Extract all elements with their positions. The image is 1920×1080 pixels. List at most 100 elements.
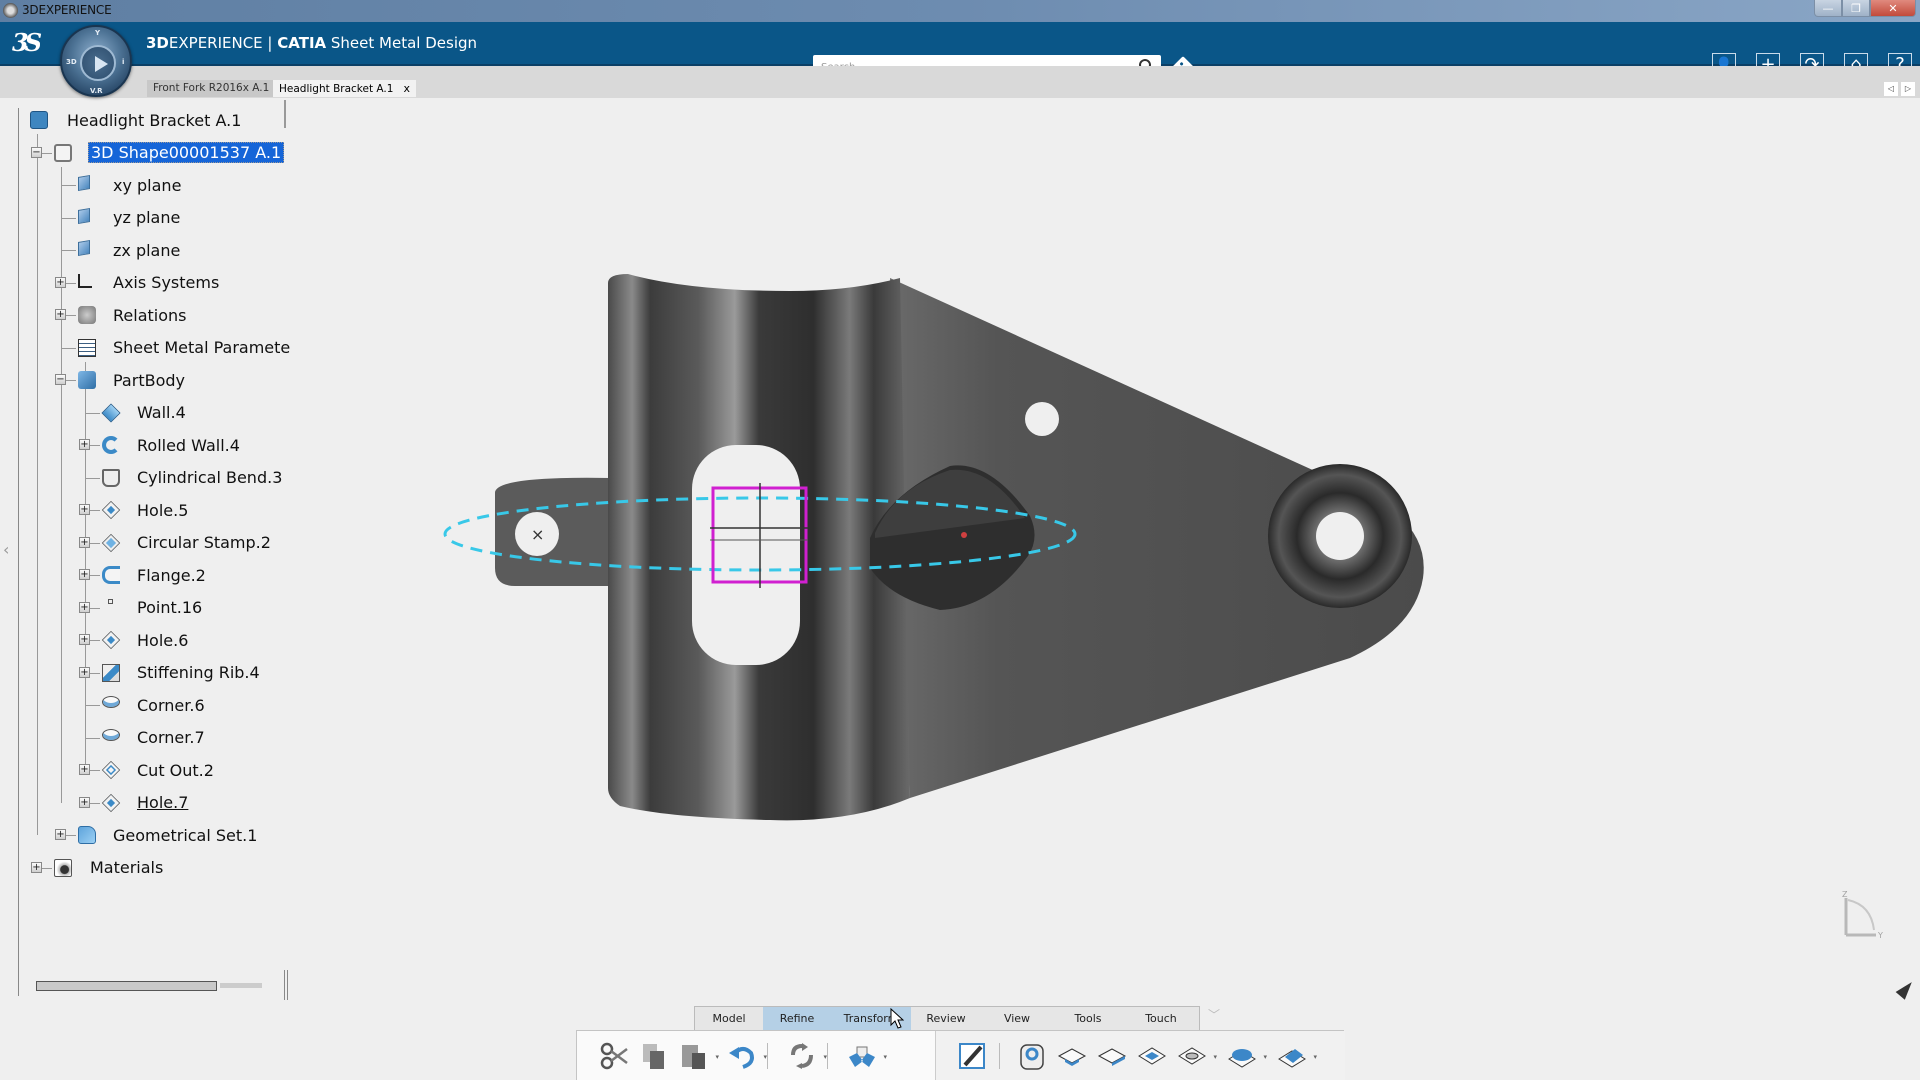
tree-item[interactable]: yz plane <box>0 204 285 232</box>
tree-item[interactable]: − 3D Shape00001537 A.1 <box>0 139 285 167</box>
tree-root[interactable]: Headlight Bracket A.1 <box>0 106 280 134</box>
tree-item-label: Stiffening Rib.4 <box>137 663 260 682</box>
collapse-icon[interactable]: − <box>55 374 66 385</box>
tree-item[interactable]: + Hole.7 <box>0 789 285 817</box>
close-window-button[interactable]: ✕ <box>1870 0 1916 17</box>
expand-icon[interactable]: + <box>31 861 42 873</box>
dropdown-arrow-icon[interactable]: ▾ <box>1213 1053 1217 1061</box>
louver-button[interactable]: ▾ <box>1277 1041 1317 1071</box>
compass-center[interactable] <box>80 45 116 81</box>
collapse-icon[interactable]: − <box>31 146 42 158</box>
action-tab-refine[interactable]: Refine <box>763 1007 831 1030</box>
tree-item[interactable]: Corner.7 <box>0 724 285 752</box>
cut-out-button[interactable] <box>1137 1041 1167 1071</box>
tree-item[interactable]: + Relations <box>0 301 285 329</box>
tree-item[interactable]: Cylindrical Bend.3 <box>0 464 285 492</box>
tab-scroll-left[interactable]: ◁ <box>1884 82 1898 96</box>
dropdown-arrow-icon[interactable]: ▾ <box>1313 1053 1317 1061</box>
tree-item[interactable]: + Circular Stamp.2 <box>0 529 285 557</box>
expand-icon[interactable]: + <box>79 569 90 580</box>
tree-item-label: Hole.7 <box>137 793 189 812</box>
wall-button[interactable] <box>1057 1041 1087 1071</box>
hole-icon <box>101 500 121 520</box>
tree-item[interactable]: − PartBody <box>0 366 285 394</box>
tree-item[interactable]: + Stiffening Rib.4 <box>0 659 285 687</box>
action-tab-view[interactable]: View <box>981 1007 1053 1030</box>
unfold-button[interactable]: ▾ <box>847 1041 887 1071</box>
stamp-button[interactable]: ▾ <box>1227 1041 1267 1071</box>
tree-item[interactable]: zx plane <box>0 236 285 264</box>
tree-item[interactable]: Wall.4 <box>0 399 285 427</box>
dropdown-arrow-icon[interactable]: ▾ <box>883 1053 887 1061</box>
tree-item-label: Hole.5 <box>137 500 189 520</box>
tree-item[interactable]: + Cut Out.2 <box>0 756 285 784</box>
expand-icon[interactable]: + <box>79 536 90 548</box>
app-header: 3S 3DEXPERIENCE | CATIA Sheet Metal Desi… <box>0 22 1920 79</box>
undo-button[interactable]: ▾ <box>727 1041 767 1071</box>
tab-scroll-right[interactable]: ▷ <box>1901 82 1915 96</box>
tree-item[interactable]: + Point.16 <box>0 594 285 622</box>
app-icon <box>3 3 18 18</box>
action-bar-more-icon[interactable]: ﹀ <box>1208 1009 1222 1021</box>
headlight-bracket-model[interactable]: × <box>290 98 1920 1008</box>
expand-icon[interactable]: + <box>79 601 90 613</box>
tree-item[interactable]: xy plane <box>0 171 285 199</box>
tree-horizontal-scrollbar[interactable] <box>36 981 217 991</box>
expand-icon[interactable]: + <box>79 796 90 808</box>
tab-headlight-bracket[interactable]: Headlight Bracket A.1 x <box>273 80 416 97</box>
tree-item-label: Wall.4 <box>137 403 186 422</box>
expand-icon[interactable]: + <box>55 309 66 320</box>
expand-icon[interactable]: + <box>79 764 90 775</box>
paste-icon <box>682 1045 705 1069</box>
update-button[interactable]: ▾ <box>787 1041 827 1071</box>
relations-icon <box>78 306 96 324</box>
paste-button[interactable]: ▾ <box>679 1041 719 1071</box>
tree-item[interactable]: + Hole.5 <box>0 496 285 524</box>
wall-on-edge-button[interactable] <box>1097 1041 1127 1071</box>
tree-item[interactable]: Sheet Metal Paramete <box>0 334 290 362</box>
tree-item[interactable]: + Rolled Wall.4 <box>0 431 285 459</box>
tree-item[interactable]: + Flange.2 <box>0 561 285 589</box>
dropdown-arrow-icon[interactable]: ▾ <box>715 1053 719 1061</box>
compass-icon[interactable]: 3D V.R Y i <box>60 25 132 97</box>
play-icon <box>95 56 108 72</box>
stamp-icon <box>1228 1049 1256 1068</box>
close-tab-icon[interactable]: x <box>403 82 410 95</box>
copy-button[interactable] <box>639 1041 669 1071</box>
expand-icon[interactable]: + <box>79 504 90 515</box>
sketch-icon <box>959 1043 985 1069</box>
expand-icon[interactable]: + <box>55 276 66 288</box>
action-tab-touch[interactable]: Touch <box>1123 1007 1199 1030</box>
tree-item[interactable]: + Hole.6 <box>0 626 285 654</box>
tree-splitter[interactable] <box>284 100 286 128</box>
cut-button[interactable] <box>599 1041 629 1071</box>
hole-button[interactable]: ▾ <box>1177 1041 1217 1071</box>
point-marker <box>961 532 967 538</box>
tree-item-label: zx plane <box>113 240 181 260</box>
3d-viewport[interactable]: × <box>290 98 1920 1008</box>
hole-icon <box>1178 1047 1206 1065</box>
tree-item[interactable]: + Materials <box>0 854 285 882</box>
tree-item[interactable]: Corner.6 <box>0 691 285 719</box>
panel-resize-handle[interactable] <box>284 970 288 1000</box>
tree-item-label: Cylindrical Bend.3 <box>137 468 283 487</box>
tree-connector <box>61 217 76 219</box>
expand-icon[interactable]: + <box>79 634 90 645</box>
action-tab-tools[interactable]: Tools <box>1053 1007 1123 1030</box>
action-tab-model[interactable]: Model <box>695 1007 763 1030</box>
expand-icon[interactable]: + <box>79 439 90 450</box>
tab-front-fork[interactable]: Front Fork R2016x A.1 <box>147 80 276 97</box>
dassault-logo-icon[interactable]: 3S <box>12 26 48 60</box>
expand-icon[interactable]: + <box>79 666 90 678</box>
minimize-button[interactable]: — <box>1814 0 1842 17</box>
bend-from-flat-button[interactable] <box>1017 1041 1047 1071</box>
tree-item-label: Rolled Wall.4 <box>137 435 240 455</box>
tree-item[interactable]: + Geometrical Set.1 <box>0 821 285 849</box>
expand-icon[interactable]: + <box>55 829 66 840</box>
action-tab-review[interactable]: Review <box>911 1007 981 1030</box>
sketch-button[interactable] <box>957 1041 987 1071</box>
restore-button[interactable]: ❐ <box>1842 0 1870 17</box>
dropdown-arrow-icon[interactable]: ▾ <box>1263 1053 1267 1061</box>
tree-item-label: Relations <box>113 305 187 325</box>
tree-item[interactable]: + Axis Systems <box>0 269 285 297</box>
